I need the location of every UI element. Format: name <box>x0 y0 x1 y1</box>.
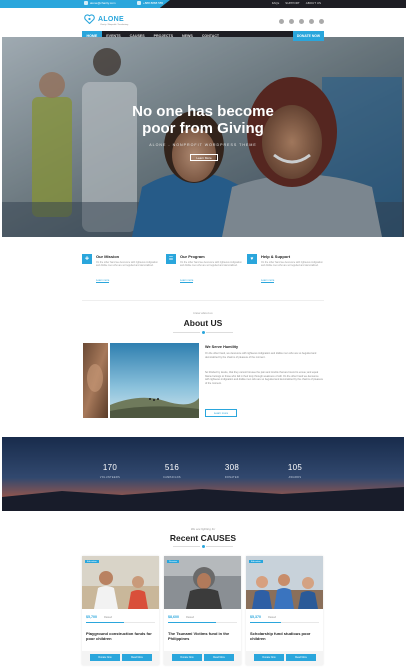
cause-title[interactable]: The Tsunami Victims fund in the Philippi… <box>168 631 238 641</box>
divider <box>82 300 324 301</box>
cause-goal: Raised <box>104 615 113 619</box>
cause-card[interactable]: Education $5,370 Raised Scholarship fund… <box>246 556 323 665</box>
cause-category-badge: Education <box>85 560 99 564</box>
support-icon: ♥ <box>247 254 257 264</box>
mission-title: Our Mission <box>96 254 120 259</box>
mission-icon: ✚ <box>82 254 92 264</box>
twitter-icon[interactable] <box>289 19 294 24</box>
cause-card[interactable]: Disaster $8,600 Raised The Tsunami Victi… <box>164 556 241 665</box>
mission-learn-more-link[interactable]: Learn more <box>96 279 110 283</box>
title-divider-dot <box>201 330 205 334</box>
title-divider-right <box>206 332 233 333</box>
topbar-link-support[interactable]: SUPPORT <box>285 1 299 5</box>
mission-row: ✚ Our Mission On the other hand we denou… <box>82 254 324 294</box>
cause-raised: $5,700 <box>86 615 97 619</box>
program-text: On the other hand we denounce with right… <box>180 261 242 268</box>
stat-donated: 308 DONATED <box>224 463 240 479</box>
logo[interactable]: ALONE <box>84 14 124 24</box>
about-heading: We Serve Humility <box>205 345 239 349</box>
program-title: Our Program <box>180 254 205 259</box>
logo-text: ALONE <box>98 15 124 23</box>
mission-text: On the other hand we denounce with right… <box>96 261 158 268</box>
cause-title[interactable]: Scholarship fund studious poor children <box>250 631 320 641</box>
donate-button[interactable]: Donate Now <box>172 654 202 661</box>
causes-kicker: We are fighting for <box>190 527 216 531</box>
logo-tagline: Charity / Nonprofit / Fundraising <box>100 24 129 26</box>
cause-progress-bar <box>86 622 155 623</box>
stats-banner: 170 VOLUNTEERS 516 CAMPAIGNS 308 DONATED… <box>2 437 404 511</box>
title-divider-dot <box>201 544 205 548</box>
phone-icon <box>137 1 141 5</box>
google-plus-icon[interactable] <box>299 19 304 24</box>
cause-actions: Donate Now Read More <box>82 651 159 665</box>
stat-campaigns: 516 CAMPAIGNS <box>163 463 181 479</box>
stat-volunteers: 170 VOLUNTEERS <box>99 463 121 479</box>
cause-category-badge: Education <box>249 560 263 564</box>
about-image-small <box>83 343 108 418</box>
pinterest-icon[interactable] <box>309 19 314 24</box>
hero-photo <box>2 37 404 237</box>
cause-image <box>246 556 323 609</box>
about-paragraph-2: So blinded by desire, that they cannot f… <box>205 371 323 385</box>
topbar-link-faqs[interactable]: FAQs <box>272 1 280 5</box>
stat-awards: 105 AWARDS <box>287 463 303 479</box>
title-divider-right <box>206 546 233 547</box>
cause-progress-bar <box>168 622 237 623</box>
topbar-links: FAQs SUPPORT ABOUT US <box>272 1 321 5</box>
support-learn-more-link[interactable]: Learn more <box>261 279 275 283</box>
donate-button[interactable]: Donate Now <box>90 654 120 661</box>
social-links <box>279 19 324 24</box>
linkedin-icon[interactable] <box>319 19 324 24</box>
cause-image <box>164 556 241 609</box>
about-kicker: know about us <box>193 311 213 315</box>
cause-goal: Raised <box>186 615 195 619</box>
cause-category-badge: Disaster <box>167 560 180 564</box>
cause-actions: Donate Now Read More <box>246 651 323 665</box>
read-more-button[interactable]: Read More <box>204 654 234 661</box>
title-divider-left <box>173 546 200 547</box>
facebook-icon[interactable] <box>279 19 284 24</box>
cause-card[interactable]: Education $5,700 Raised Playground const… <box>82 556 159 665</box>
hero-title: No one has become poor from Giving <box>132 103 274 137</box>
cause-progress-bar <box>250 622 319 623</box>
hero-subtitle: ALONE - NONPROFIT WORDPRESS THEME <box>149 143 257 147</box>
donate-now-button[interactable]: DONATE NOW <box>293 31 324 41</box>
causes-title: Recent CAUSES <box>169 533 237 543</box>
cause-raised: $8,600 <box>168 615 179 619</box>
support-title: Help & Support <box>261 254 291 259</box>
mail-icon <box>84 1 88 5</box>
topbar-phone[interactable]: +888 8888 555 <box>137 1 163 5</box>
support-text: On the other hand we denounce with right… <box>261 261 323 268</box>
about-paragraph-1: On the other hand, we denounce with righ… <box>205 352 317 359</box>
top-bar: alone@charity.com +888 8888 555 FAQs SUP… <box>0 0 406 8</box>
program-learn-more-link[interactable]: Learn more <box>180 279 194 283</box>
donate-button[interactable]: Donate Now <box>254 654 284 661</box>
about-image-large <box>110 343 199 418</box>
read-more-button[interactable]: Read More <box>122 654 152 661</box>
cause-title[interactable]: Playground construction funds for poor c… <box>86 631 156 641</box>
cause-raised: $5,370 <box>250 615 261 619</box>
cause-progress-fill <box>250 622 282 623</box>
topbar-link-about[interactable]: ABOUT US <box>306 1 321 5</box>
hero-learn-more-button[interactable]: Learn More <box>190 154 218 161</box>
program-icon: ☰ <box>166 254 176 264</box>
cause-goal: Raised <box>268 615 277 619</box>
heart-icon <box>84 14 95 24</box>
site-header: ALONE Charity / Nonprofit / Fundraising <box>0 8 406 30</box>
title-divider-left <box>173 332 200 333</box>
topbar-email[interactable]: alone@charity.com <box>84 1 116 5</box>
about-learn-more-button[interactable]: Learn more <box>205 409 237 417</box>
hero-banner: No one has become poor from Giving ALONE… <box>2 37 404 237</box>
cause-progress-fill <box>168 622 217 623</box>
cause-actions: Donate Now Read More <box>164 651 241 665</box>
cause-progress-fill <box>86 622 124 623</box>
cause-image <box>82 556 159 609</box>
read-more-button[interactable]: Read More <box>286 654 316 661</box>
about-title: About US <box>183 318 223 328</box>
